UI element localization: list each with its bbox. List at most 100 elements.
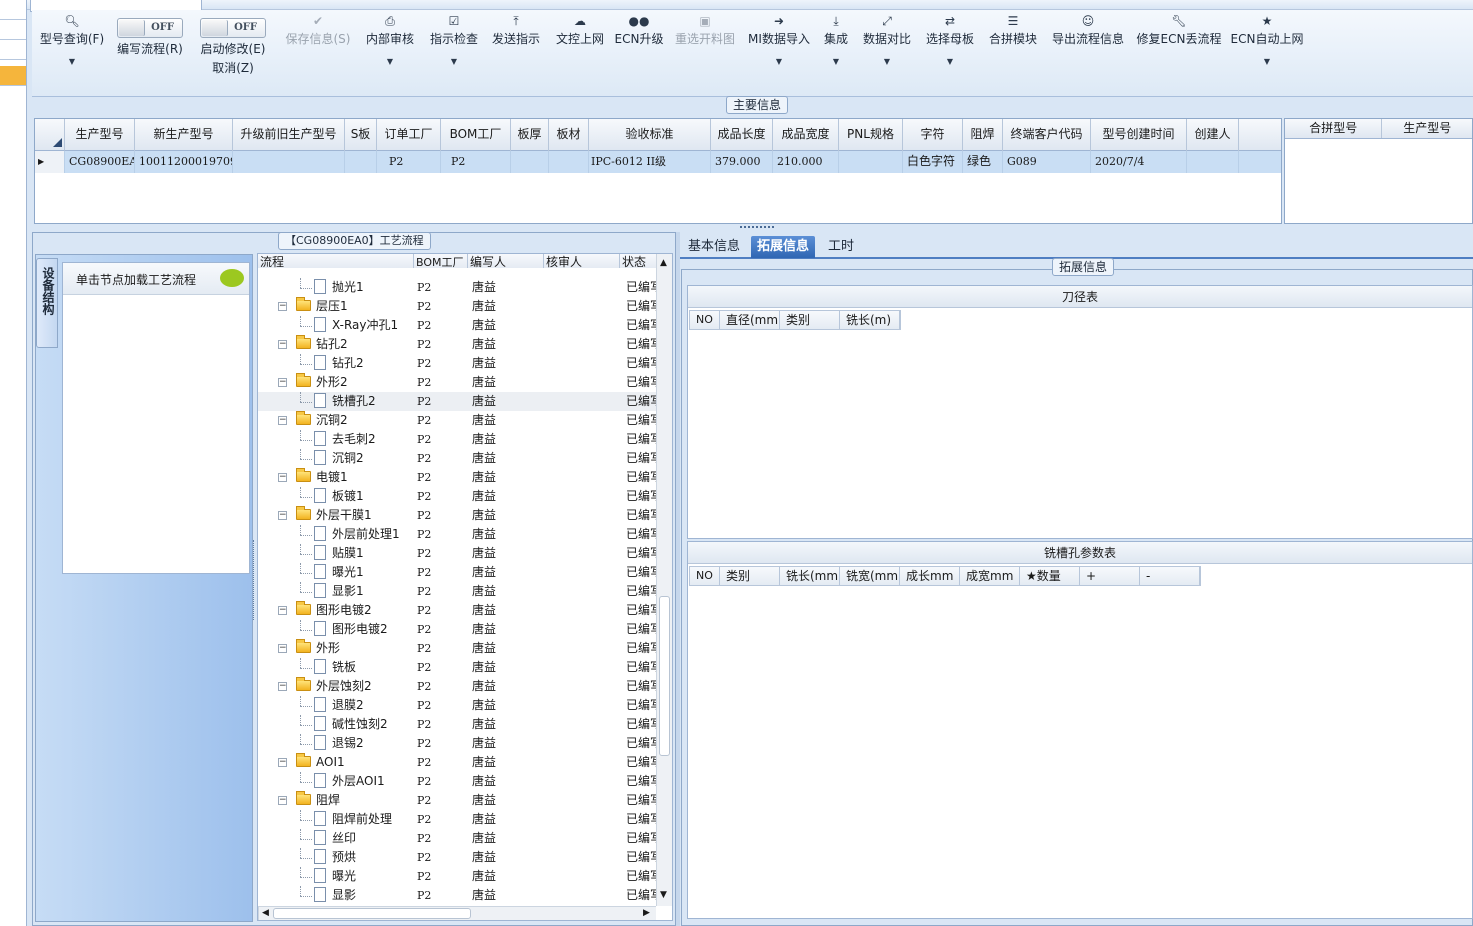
cancel-edit-button[interactable]: 取消(Z) (194, 59, 272, 76)
ecn-auto-online-button[interactable]: ★ ECN自动上网 ▼ (1230, 10, 1304, 90)
select-mother-board-button[interactable]: ⇄ 选择母板 ▼ (922, 10, 978, 90)
col-header[interactable]: 终端客户代码 (1003, 119, 1091, 151)
tree-node-cell[interactable]: − AOI1 (258, 753, 414, 772)
tree-node-cell[interactable]: 贴膜1 (258, 544, 414, 563)
tree-row[interactable]: 曝光 P2 唐益 已编写 (258, 867, 656, 886)
col-header[interactable]: 合拼型号 (1285, 119, 1383, 138)
tree-row[interactable]: − 层压1 P2 唐益 已编写 (258, 297, 656, 316)
collapse-icon[interactable]: − (278, 644, 287, 653)
tree-node-cell[interactable]: X-Ray冲孔1 (258, 316, 414, 335)
col-header[interactable]: 类别 (720, 567, 780, 585)
repair-ecn-lost-process-button[interactable]: 🔧︎ 修复ECN丢流程 (1136, 10, 1222, 90)
chevron-down-icon[interactable]: ▼ (746, 57, 812, 66)
tree-row[interactable]: 抛光1 P2 唐益 已编写 (258, 278, 656, 297)
splitter-handle[interactable] (740, 226, 774, 230)
collapse-icon[interactable]: − (278, 340, 287, 349)
tree-row[interactable]: − 图形电镀2 P2 唐益 已编写 (258, 601, 656, 620)
tree-row[interactable]: − 外形2 P2 唐益 已编写 (258, 373, 656, 392)
tree-row[interactable]: 铣槽孔2 P2 唐益 已编写 (258, 392, 656, 411)
col-header[interactable]: 订单工厂 (377, 119, 441, 151)
collapse-icon[interactable]: − (278, 416, 287, 425)
tree-node-cell[interactable]: 沉铜2 (258, 449, 414, 468)
col-header[interactable]: BOM工厂 (441, 119, 511, 151)
tree-row[interactable]: X-Ray冲孔1 P2 唐益 已编写 (258, 316, 656, 335)
collapse-icon[interactable]: − (278, 682, 287, 691)
col-header[interactable]: 铣宽(mm) (840, 567, 900, 585)
tree-node-cell[interactable]: 退锡2 (258, 734, 414, 753)
tree-row[interactable]: 显影 P2 唐益 已编写 (258, 886, 656, 905)
tree-node-cell[interactable]: 外层前处理1 (258, 525, 414, 544)
col-header[interactable]: 字符 (903, 119, 963, 151)
tree-node-cell[interactable]: 碱性蚀刻2 (258, 715, 414, 734)
col-header[interactable]: 阻焊 (963, 119, 1003, 151)
data-compare-button[interactable]: ⤢ 数据对比 ▼ (860, 10, 914, 90)
col-header[interactable]: 成长mm (900, 567, 960, 585)
col-header[interactable]: 升级前旧生产型号 (233, 119, 345, 151)
tree-node-cell[interactable]: 抛光1 (258, 278, 414, 297)
write-process-toggle[interactable]: OFF 编写流程(R) (112, 10, 188, 90)
tree-row[interactable]: − 外形 P2 唐益 已编写 (258, 639, 656, 658)
tree-row[interactable]: 图形电镀2 P2 唐益 已编写 (258, 620, 656, 639)
table-row[interactable]: ▶ CG08900EA0 10011200019709 P2 P2 IPC-60… (35, 151, 1281, 173)
tab-basic-info[interactable]: 基本信息 (682, 236, 746, 258)
col-header[interactable]: PNL规格 (839, 119, 903, 151)
tab-work-hours[interactable]: 工时 (822, 236, 860, 258)
tree-node-cell[interactable]: 图形电镀2 (258, 620, 414, 639)
tree-node-cell[interactable]: 丝印 (258, 829, 414, 848)
chevron-down-icon[interactable]: ▼ (1230, 57, 1304, 66)
tree-row[interactable]: 贴膜1 P2 唐益 已编写 (258, 544, 656, 563)
left-nav-item[interactable] (0, 20, 26, 40)
tree-node-cell[interactable]: − 图形电镀2 (258, 601, 414, 620)
scroll-down-icon[interactable]: ▼ (660, 890, 667, 900)
col-header[interactable]: 板材 (549, 119, 589, 151)
col-header[interactable]: 成宽mm (960, 567, 1020, 585)
tree-row[interactable]: 阻焊前处理 P2 唐益 已编写 (258, 810, 656, 829)
panel-splitter[interactable] (676, 232, 680, 926)
col-header[interactable]: S板 (345, 119, 377, 151)
mi-data-import-button[interactable]: ➜ MI数据导入 ▼ (746, 10, 812, 90)
tree-node-cell[interactable]: 曝光 (258, 867, 414, 886)
tree-node-cell[interactable]: 铣槽孔2 (258, 392, 414, 411)
tab-extended-info[interactable]: 拓展信息 (751, 236, 816, 258)
col-header[interactable]: NO (690, 311, 720, 329)
tree-horizontal-scrollbar[interactable]: ◀ ▶ (258, 906, 656, 920)
tree-node-cell[interactable]: 显影 (258, 886, 414, 905)
instruction-check-button[interactable]: ☑ 指示检查 ▼ (426, 10, 482, 90)
merge-module-button[interactable]: ☰ 合拼模块 (986, 10, 1040, 90)
col-header[interactable]: ★数量 (1020, 567, 1080, 585)
doc-online-button[interactable]: ☁ 文控上网 (552, 10, 608, 90)
scroll-left-icon[interactable]: ◀ (262, 908, 269, 918)
col-header[interactable]: 创建人 (1187, 119, 1239, 151)
scroll-right-icon[interactable]: ▶ (643, 908, 650, 918)
tree-row[interactable]: 退锡2 P2 唐益 已编写 (258, 734, 656, 753)
scroll-thumb[interactable] (659, 596, 670, 756)
model-query-button[interactable]: 🔍︎ 型号查询(F) ▼ (34, 10, 110, 90)
save-info-button[interactable]: ✔ 保存信息(S) (282, 10, 354, 90)
col-header[interactable]: 成品宽度 (773, 119, 839, 151)
tree-node-cell[interactable]: 钻孔2 (258, 354, 414, 373)
col-header[interactable]: 铣长(mm) (780, 567, 840, 585)
collapse-icon[interactable]: − (278, 606, 287, 615)
tree-row[interactable]: 沉铜2 P2 唐益 已编写 (258, 449, 656, 468)
collapse-icon[interactable]: − (278, 378, 287, 387)
col-header[interactable]: 新生产型号 (135, 119, 233, 151)
tree-node-cell[interactable]: 预烘 (258, 848, 414, 867)
tree-node-cell[interactable]: − 沉铜2 (258, 411, 414, 430)
col-header[interactable]: 型号创建时间 (1091, 119, 1187, 151)
tree-row[interactable]: − 外层蚀刻2 P2 唐益 已编写 (258, 677, 656, 696)
start-edit-toggle[interactable]: OFF 启动修改(E) 取消(Z) (194, 10, 272, 90)
chevron-down-icon[interactable]: ▼ (922, 57, 978, 66)
tree-row[interactable]: − 外层干膜1 P2 唐益 已编写 (258, 506, 656, 525)
col-header[interactable]: 直径(mm) (720, 311, 780, 329)
tree-node-cell[interactable]: 退膜2 (258, 696, 414, 715)
left-nav-item[interactable] (0, 0, 26, 20)
tree-node-cell[interactable]: 铣板 (258, 658, 414, 677)
chevron-down-icon[interactable]: ▼ (818, 57, 854, 66)
tree-vertical-scrollbar[interactable]: ▲ ▼ (656, 254, 672, 906)
collapse-icon[interactable]: − (278, 758, 287, 767)
tree-node-cell[interactable]: − 电镀1 (258, 468, 414, 487)
tree-row[interactable]: − 钻孔2 P2 唐益 已编写 (258, 335, 656, 354)
tree-node-cell[interactable]: 板镀1 (258, 487, 414, 506)
send-instruction-button[interactable]: ⤒ 发送指示 (488, 10, 544, 90)
tree-node-cell[interactable]: 阻焊前处理 (258, 810, 414, 829)
